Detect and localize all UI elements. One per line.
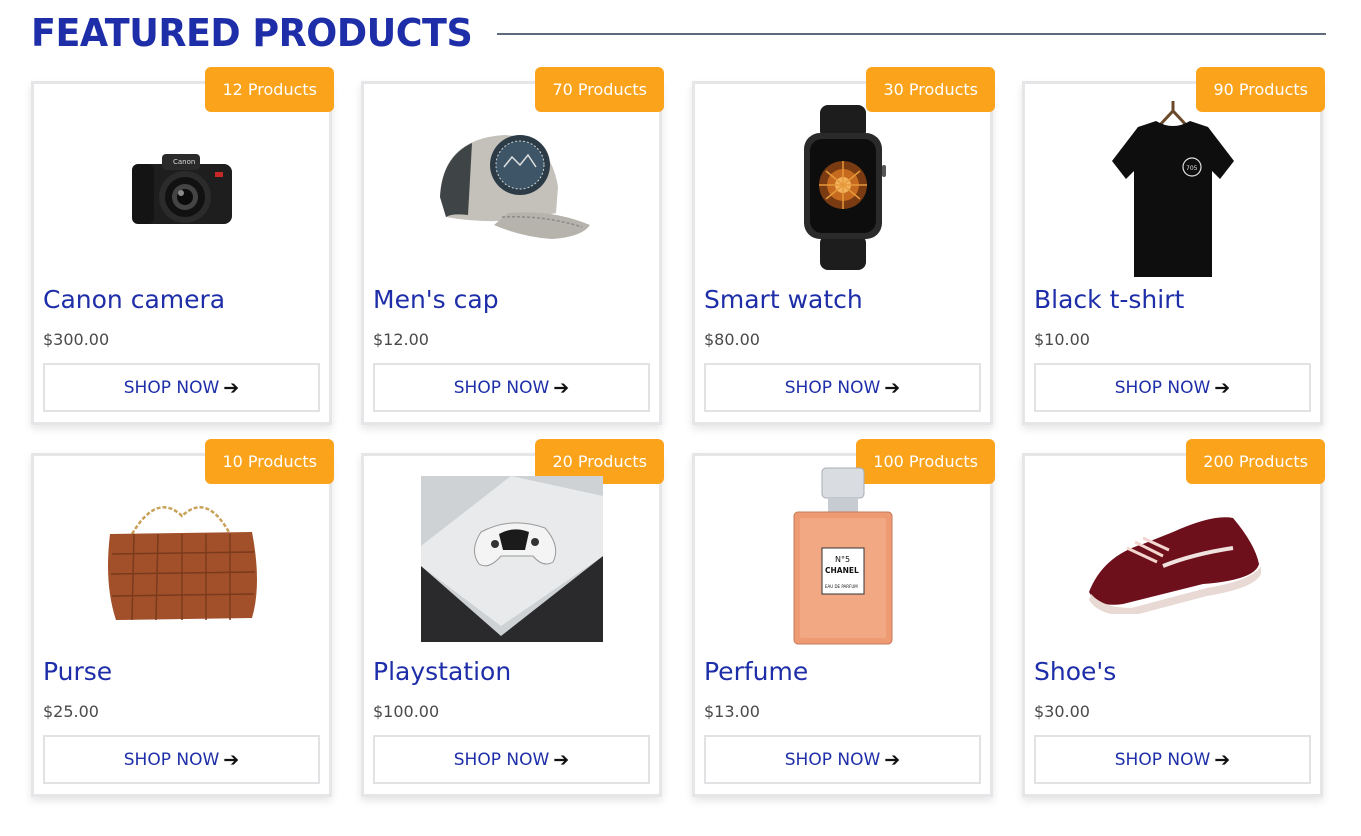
shop-now-button[interactable]: SHOP NOW ➔	[373, 735, 650, 784]
svg-text:N°5: N°5	[835, 555, 850, 564]
shop-now-button[interactable]: SHOP NOW ➔	[704, 363, 981, 412]
product-name[interactable]: Black t-shirt	[1034, 285, 1184, 314]
svg-text:EAU DE PARFUM: EAU DE PARFUM	[825, 584, 858, 589]
product-name[interactable]: Canon camera	[43, 285, 225, 314]
product-price: $30.00	[1034, 702, 1090, 721]
shop-now-button[interactable]: SHOP NOW ➔	[373, 363, 650, 412]
arrow-right-icon: ➔	[884, 376, 901, 399]
shop-now-button[interactable]: SHOP NOW ➔	[1034, 363, 1311, 412]
shop-now-label: SHOP NOW	[784, 377, 881, 398]
playstation-image	[364, 464, 659, 654]
arrow-right-icon: ➔	[553, 376, 570, 399]
product-card: 20 Products Playstation $100.00 SHOP NOW…	[361, 439, 664, 797]
product-name[interactable]: Perfume	[704, 657, 808, 686]
shop-now-label: SHOP NOW	[784, 749, 881, 770]
cap-image	[364, 92, 659, 282]
shop-now-button[interactable]: SHOP NOW ➔	[1034, 735, 1311, 784]
svg-text:Canon: Canon	[173, 158, 195, 166]
product-name[interactable]: Playstation	[373, 657, 511, 686]
arrow-right-icon: ➔	[1214, 748, 1231, 771]
camera-image: Canon	[34, 92, 329, 282]
product-price: $100.00	[373, 702, 440, 721]
svg-text:705: 705	[1186, 165, 1198, 172]
product-card: 12 Products Canon Canon camera $300.00 S…	[31, 67, 334, 425]
shop-now-label: SHOP NOW	[123, 377, 220, 398]
product-price: $13.00	[704, 702, 760, 721]
arrow-right-icon: ➔	[553, 748, 570, 771]
arrow-right-icon: ➔	[1214, 376, 1231, 399]
arrow-right-icon: ➔	[223, 748, 240, 771]
product-card: 30 Products Smart watch $80.00 SHOP NOW …	[692, 67, 995, 425]
product-price: $10.00	[1034, 330, 1090, 349]
shop-now-label: SHOP NOW	[453, 377, 550, 398]
purse-image	[34, 464, 329, 654]
product-card: 10 Products Purse $25.00 SHOP NOW ➔	[31, 439, 334, 797]
arrow-right-icon: ➔	[223, 376, 240, 399]
product-name[interactable]: Shoe's	[1034, 657, 1116, 686]
shop-now-button[interactable]: SHOP NOW ➔	[704, 735, 981, 784]
perfume-image: N°5 CHANEL EAU DE PARFUM	[695, 462, 990, 650]
product-card: 200 Products Shoe's $30.00 SHOP NOW ➔	[1022, 439, 1325, 797]
product-card: 90 Products 705 Black t-shirt $10.00 SHO…	[1022, 67, 1325, 425]
shop-now-button[interactable]: SHOP NOW ➔	[43, 735, 320, 784]
product-card: 70 Products Men's cap $12.00 SHOP NOW ➔	[361, 67, 664, 425]
product-name[interactable]: Smart watch	[704, 285, 863, 314]
product-name[interactable]: Men's cap	[373, 285, 499, 314]
shop-now-label: SHOP NOW	[453, 749, 550, 770]
product-name[interactable]: Purse	[43, 657, 112, 686]
svg-text:CHANEL: CHANEL	[825, 566, 859, 575]
tshirt-image: 705	[1025, 92, 1320, 282]
shoe-image	[1025, 464, 1320, 654]
shop-now-button[interactable]: SHOP NOW ➔	[43, 363, 320, 412]
shop-now-label: SHOP NOW	[1114, 377, 1211, 398]
product-card: 100 Products N°5 CHANEL EAU DE PARFUM Pe…	[692, 439, 995, 797]
product-price: $12.00	[373, 330, 429, 349]
arrow-right-icon: ➔	[884, 748, 901, 771]
shop-now-label: SHOP NOW	[123, 749, 220, 770]
product-price: $80.00	[704, 330, 760, 349]
product-grid: 12 Products Canon Canon camera $300.00 S…	[0, 0, 1361, 836]
shop-now-label: SHOP NOW	[1114, 749, 1211, 770]
watch-image	[695, 92, 990, 282]
product-price: $25.00	[43, 702, 99, 721]
product-price: $300.00	[43, 330, 110, 349]
